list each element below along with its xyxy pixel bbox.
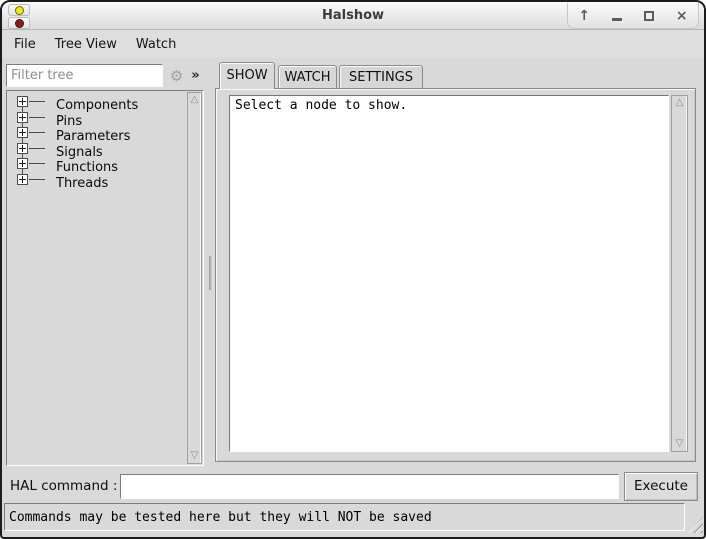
filter-tree-input[interactable] <box>6 64 163 87</box>
shade-button[interactable]: ↑ <box>571 5 597 27</box>
scroll-down-icon[interactable]: ▽ <box>672 437 687 451</box>
tree-branch-line <box>29 148 45 149</box>
hal-command-label: HAL command : <box>10 478 117 494</box>
tree-item-functions[interactable]: Functions <box>8 156 185 172</box>
menu-tree-view[interactable]: Tree View <box>53 35 119 54</box>
tab-watch[interactable]: WATCH <box>278 65 337 89</box>
tree-item-parameters[interactable]: Parameters <box>8 125 185 141</box>
tab-settings[interactable]: SETTINGS <box>339 65 423 89</box>
menu-file[interactable]: File <box>12 35 38 54</box>
maximize-button[interactable] <box>636 5 662 27</box>
filter-options-button[interactable]: ⚙ <box>167 64 186 87</box>
tab-show[interactable]: SHOW <box>219 62 275 89</box>
tree-item-components[interactable]: Components <box>8 94 185 110</box>
expand-plus-icon[interactable] <box>17 127 28 138</box>
expand-plus-icon[interactable] <box>17 158 28 169</box>
execute-button[interactable]: Execute <box>624 472 698 501</box>
tree-branch-line <box>29 132 45 133</box>
minimize-button[interactable] <box>604 5 630 27</box>
tree-item-signals[interactable]: Signals <box>8 141 185 157</box>
scroll-up-icon[interactable]: △ <box>672 96 687 110</box>
tree-scrollbar[interactable]: △ ▽ <box>187 92 202 464</box>
panel-splitter-handle[interactable] <box>209 256 213 290</box>
status-bar: Commands may be tested here but they wil… <box>4 503 685 531</box>
shade-icon: ↑ <box>578 8 590 24</box>
hal-command-input[interactable] <box>120 474 619 499</box>
tree-branch-line <box>29 117 45 118</box>
tree-item-label[interactable]: Threads <box>56 176 108 191</box>
window-controls: ↑ × <box>567 3 699 29</box>
notebook-panel: Select a node to show. △ ▽ <box>215 88 696 462</box>
tree-item-threads[interactable]: Threads <box>8 172 185 188</box>
gear-icon: ⚙ <box>170 67 183 85</box>
expand-plus-icon[interactable] <box>17 174 28 185</box>
hal-tree: Components Pins Parameters Signals Funct <box>6 90 204 466</box>
menu-watch[interactable]: Watch <box>134 35 178 54</box>
expand-plus-icon[interactable] <box>17 96 28 107</box>
tree-item-pins[interactable]: Pins <box>8 110 185 126</box>
close-button[interactable]: × <box>669 5 695 27</box>
tree-branch-line <box>29 163 45 164</box>
show-text-scrollbar[interactable]: △ ▽ <box>671 95 688 452</box>
titlebar[interactable]: Halshow ↑ × <box>2 2 704 30</box>
tree-rows: Components Pins Parameters Signals Funct <box>8 94 185 187</box>
chevron-double-right-icon: » <box>191 68 199 83</box>
close-icon: × <box>676 8 688 24</box>
resize-grip-icon[interactable] <box>688 517 703 533</box>
minimize-icon <box>612 18 622 21</box>
scroll-up-icon[interactable]: △ <box>188 93 201 107</box>
tree-branch-line <box>29 179 45 180</box>
tree-expand-button[interactable]: » <box>187 64 204 87</box>
menubar: File Tree View Watch <box>2 30 704 58</box>
expand-plus-icon[interactable] <box>17 112 28 123</box>
expand-plus-icon[interactable] <box>17 143 28 154</box>
maximize-icon <box>644 11 654 21</box>
tree-branch-line <box>29 101 45 102</box>
halshow-window: Halshow ↑ × File Tree View Watch ⚙ » <box>0 0 706 539</box>
scroll-down-icon[interactable]: ▽ <box>188 449 201 463</box>
show-text-area[interactable]: Select a node to show. <box>229 95 669 452</box>
